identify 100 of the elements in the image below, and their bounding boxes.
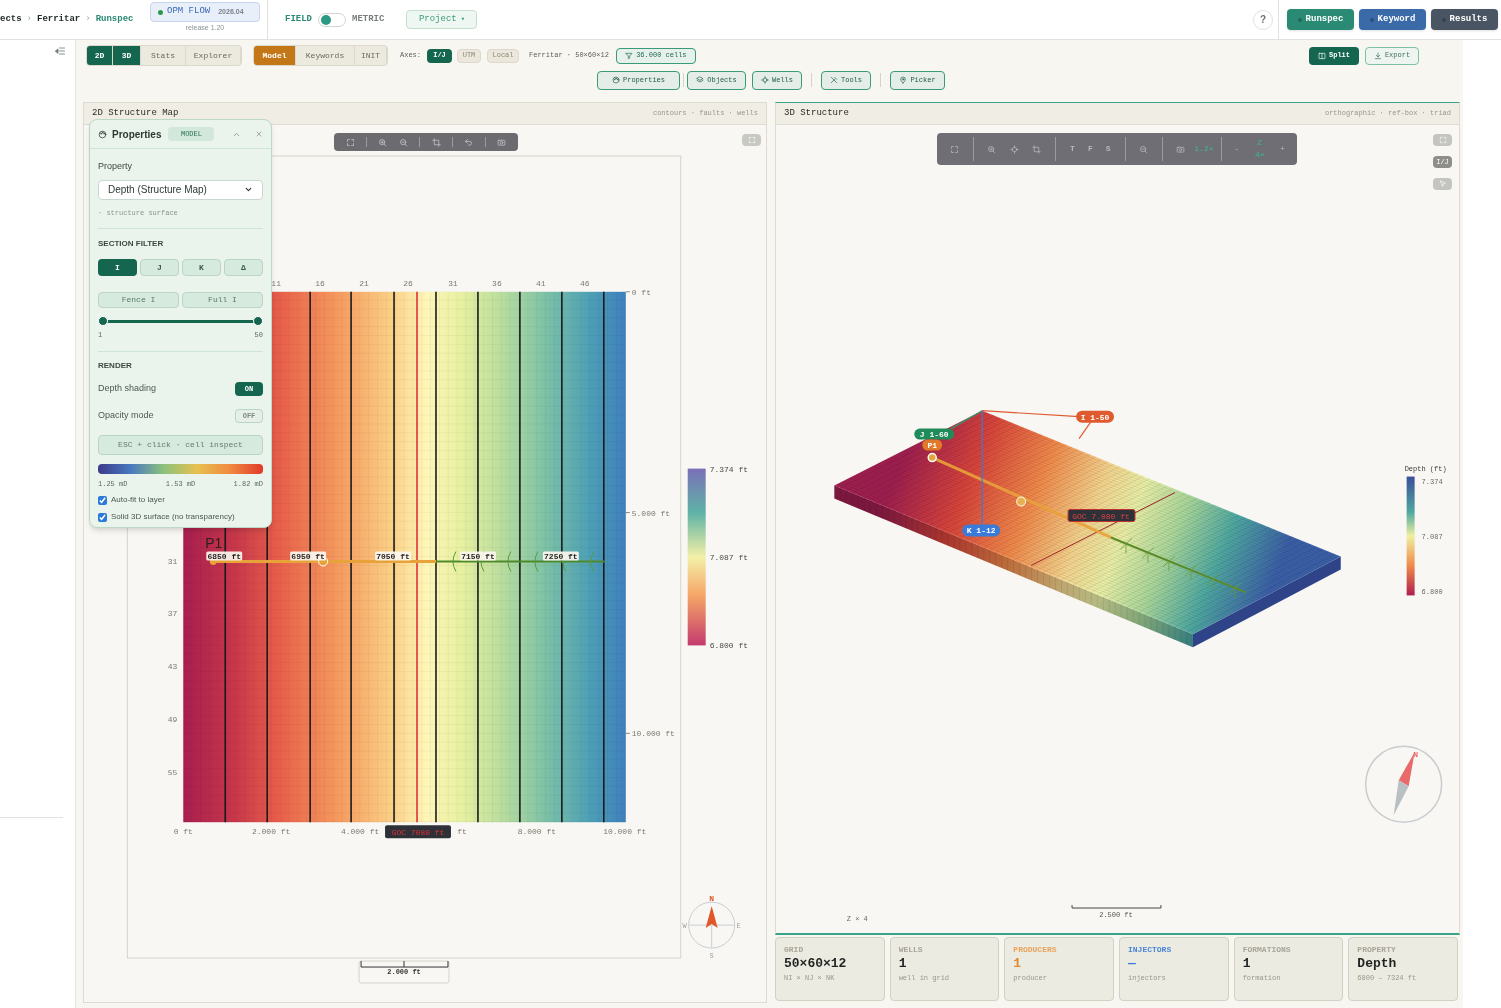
axis-tick-label: 2.000 ft xyxy=(252,827,291,837)
view-tab[interactable]: 2D xyxy=(87,46,113,65)
decrease-button[interactable]: - xyxy=(1230,139,1243,159)
column-label: 16 xyxy=(315,278,325,288)
panel-title: 2D Structure Map xyxy=(92,106,179,120)
range-slider[interactable] xyxy=(98,316,263,326)
view-tab[interactable]: 3D xyxy=(113,46,141,65)
sidebar-collapse-icon xyxy=(54,45,66,57)
section-title: SECTION FILTER xyxy=(98,238,165,250)
unit-toggle[interactable] xyxy=(318,12,346,27)
stat-label: GRID xyxy=(784,945,804,954)
section-axis-button[interactable]: J xyxy=(140,259,179,276)
cursor-icon xyxy=(1438,180,1447,188)
mode-button[interactable]: Runspec xyxy=(1287,9,1354,30)
palette-icon xyxy=(612,76,620,84)
crop-icon xyxy=(1032,144,1042,154)
crop-icon xyxy=(431,137,441,147)
fullscreen-icon xyxy=(345,137,355,147)
breadcrumb-separator: › xyxy=(26,12,32,26)
mode-button[interactable]: Results xyxy=(1431,9,1498,30)
zoom-out-icon xyxy=(1139,144,1149,154)
axis-tick-label: 0 ft xyxy=(173,827,193,837)
axis-tick-label: 5.000 ft xyxy=(631,508,671,518)
zoom-level: 1.2× xyxy=(1194,143,1214,155)
section-axis-button[interactable]: Δ xyxy=(224,259,263,276)
property-select[interactable]: Depth (Structure Map) xyxy=(98,179,263,200)
target-icon xyxy=(1009,144,1019,154)
axis-tick-label: 8.000 ft xyxy=(517,827,557,837)
expand-button[interactable] xyxy=(1433,134,1452,146)
fullscreen-icon xyxy=(1438,136,1447,144)
row-label: 49 xyxy=(167,715,178,725)
section-axis-button[interactable]: I xyxy=(98,259,137,276)
breadcrumb-separator: › xyxy=(85,12,91,26)
checkbox[interactable] xyxy=(98,495,107,505)
column-label: 46 xyxy=(580,278,590,288)
data-tab[interactable]: INIT xyxy=(355,46,387,65)
row-label: 31 xyxy=(167,556,178,566)
column-label: 31 xyxy=(448,278,458,288)
depth-label: 6850 ft xyxy=(206,551,243,561)
fence-button[interactable]: Fence I xyxy=(98,292,179,308)
column-label: 41 xyxy=(536,278,546,288)
stat-value: 50×60×12 xyxy=(784,956,847,972)
axis-tick-label: 4.000 ft xyxy=(340,827,380,837)
breadcrumb-item[interactable]: ects xyxy=(0,12,22,27)
stat-label: PRODUCERS xyxy=(1013,945,1057,954)
inspect-hint-button[interactable]: ESC + click · cell inspect xyxy=(98,434,263,455)
tools-icon xyxy=(830,76,838,84)
z-exaggeration-value: 4× xyxy=(1254,149,1265,161)
fullscreen-icon xyxy=(950,144,960,154)
pointer-mode-button[interactable] xyxy=(1433,178,1452,190)
stat-label: WELLS xyxy=(898,945,923,954)
depth-label: 7250 ft xyxy=(542,551,579,561)
row-label: 43 xyxy=(167,662,178,672)
axis-tick-label: 10.000 ft xyxy=(603,827,647,837)
checkbox-label: Auto-fit to layer xyxy=(111,494,165,506)
panel-title: 3D Structure xyxy=(784,106,849,120)
well-badge: P1 xyxy=(922,439,943,451)
axis-tick-label: ft xyxy=(457,827,467,837)
column-label: 26 xyxy=(403,278,413,288)
goc-badge: GOC 7080 ft xyxy=(385,825,451,839)
color-scale-label: 6.800 ft xyxy=(709,641,748,651)
section-title: RENDER xyxy=(98,359,133,372)
pin-icon xyxy=(899,76,908,84)
view-tab[interactable]: Stats xyxy=(141,46,186,65)
breadcrumb-item[interactable]: Ferritar xyxy=(37,12,81,27)
stat-label: INJECTORS xyxy=(1128,945,1172,954)
stat-value: — xyxy=(1128,956,1136,972)
well-name: P1 xyxy=(205,534,223,551)
increase-button[interactable]: + xyxy=(1276,139,1289,159)
color-scale-label: 7.374 ft xyxy=(709,464,748,474)
view-preset-button[interactable]: S xyxy=(1099,139,1118,159)
row-label: 37 xyxy=(167,609,178,619)
zoom-out-icon xyxy=(398,137,408,147)
stat-value: Depth xyxy=(1357,956,1397,972)
checkbox[interactable] xyxy=(98,512,107,522)
fullscreen-icon xyxy=(747,136,756,144)
stat-value: 1 xyxy=(1013,956,1022,972)
z-label: Z xyxy=(1257,137,1263,149)
zoom-in-icon xyxy=(986,144,996,154)
mode-button[interactable]: Keyword xyxy=(1359,9,1426,30)
compass-drawing: N xyxy=(1364,745,1443,823)
expand-button[interactable] xyxy=(742,134,761,146)
camera-icon xyxy=(1175,144,1185,154)
goc-badge: GOC 7.080 ft xyxy=(1067,509,1136,522)
palette-icon xyxy=(98,129,107,139)
stat-label: PROPERTY xyxy=(1357,945,1396,954)
fence-button[interactable]: Full I xyxy=(182,292,263,308)
unit-option[interactable]: METRIC xyxy=(352,12,385,27)
stat-value: 1 xyxy=(1242,956,1251,972)
unit-option[interactable]: FIELD xyxy=(285,12,312,27)
data-tab[interactable]: Model xyxy=(254,46,296,65)
depth-label: 7150 ft xyxy=(459,551,496,561)
section-axis-button[interactable]: K xyxy=(182,259,221,276)
engine-name: OPM FLOW xyxy=(167,5,211,19)
filter-icon xyxy=(625,51,634,60)
breadcrumb-item[interactable]: Runspec xyxy=(95,12,134,27)
data-tab[interactable]: Keywords xyxy=(296,46,355,65)
view-tab[interactable]: Explorer xyxy=(186,46,241,65)
undo-icon xyxy=(464,137,474,147)
download-icon xyxy=(1373,51,1382,60)
